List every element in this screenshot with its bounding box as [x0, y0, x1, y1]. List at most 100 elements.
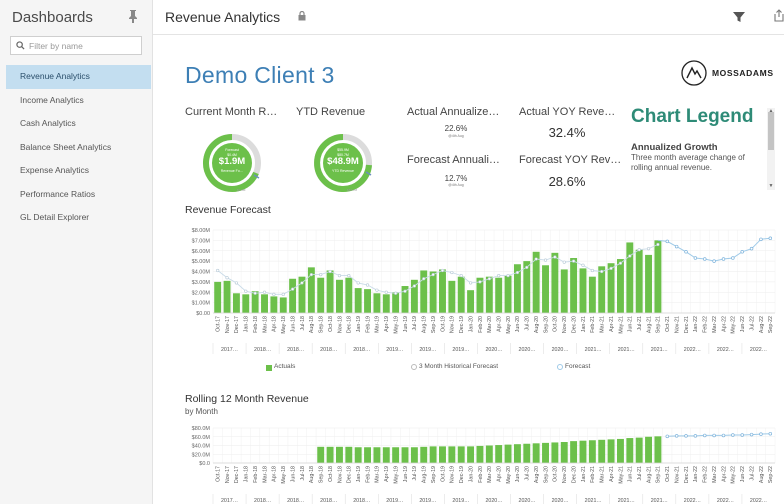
sidebar-item-revenue-analytics[interactable]: Revenue Analytics	[6, 65, 151, 89]
x-tick-label: Jun-22	[740, 316, 746, 332]
x-tick-label: Apr-21	[609, 466, 615, 482]
rolling-revenue-title: Rolling 12 Month Revenue	[185, 393, 309, 405]
y-tick-label: $1.00M	[192, 301, 211, 307]
client-title: Demo Client 3	[185, 62, 335, 88]
x-tick-label: Aug-19	[422, 316, 428, 333]
gauge-note: YTD Revenue	[332, 169, 354, 173]
x-tick-label: Aug-20	[534, 466, 540, 483]
bar	[476, 445, 484, 463]
bar	[382, 447, 390, 463]
bar	[448, 280, 456, 313]
x-tick-label: Nov-21	[674, 466, 680, 483]
x-tick-label: Mar-22	[712, 466, 718, 483]
filter-field[interactable]	[10, 36, 142, 55]
bar	[214, 281, 222, 313]
kpi-forecast-annualized-note: @4th Aug	[448, 183, 464, 187]
x-tick-label: Aug-21	[646, 316, 652, 333]
x-tick-label: Oct-18	[328, 466, 334, 482]
historical-forecast-point	[637, 248, 641, 252]
x-tick-label: Mar-20	[487, 466, 493, 483]
historical-forecast-point	[300, 281, 304, 285]
x-tick-label: Jan-21	[581, 316, 587, 332]
x-tick-label: Jan-18	[244, 466, 250, 482]
scroll-down-icon[interactable]: ▼	[768, 183, 774, 189]
rolling-revenue-chart[interactable]: $80.0M $60.0M $40.0M $20.0M $0.0 Oct-17 Nov-17…	[153, 420, 784, 504]
legend-swatch-forecast	[557, 364, 563, 370]
bar	[607, 263, 615, 313]
bar	[598, 439, 606, 463]
forecast-point	[712, 433, 716, 438]
sidebar-item-income-analytics[interactable]: Income Analytics	[0, 89, 152, 113]
x-tick-label: Aug-19	[422, 466, 428, 483]
sidebar-item-cash-analytics[interactable]: Cash Analytics	[0, 112, 152, 136]
rolling-revenue-subtitle: by Month	[185, 407, 218, 416]
sidebar-item-gl-detail-explorer[interactable]: GL Detail Explorer	[0, 206, 152, 230]
kpi-actual-yoy-value: 32.4%	[548, 125, 586, 140]
historical-forecast-point	[440, 268, 445, 273]
scroll-thumb[interactable]	[768, 112, 774, 150]
lock-icon[interactable]	[298, 8, 306, 26]
y-tick-label: $8.00M	[192, 228, 211, 234]
export-icon[interactable]	[774, 9, 784, 27]
historical-forecast-point	[337, 274, 342, 278]
year-group-label: 2022…	[750, 498, 767, 504]
forecast-point	[740, 250, 744, 254]
sidebar-item-expense-analytics[interactable]: Expense Analytics	[0, 159, 152, 183]
x-tick-label: Apr-18	[272, 466, 278, 482]
x-tick-label: Nov-17	[225, 466, 231, 483]
bar	[504, 444, 512, 463]
year-group-label: 2019…	[452, 498, 469, 504]
historical-forecast-point	[262, 290, 267, 294]
x-tick-label: Jul-19	[412, 316, 418, 330]
historical-forecast-point	[628, 254, 632, 258]
filter-input[interactable]	[29, 40, 139, 51]
sidebar-item-performance-ratios[interactable]: Performance Ratios	[0, 183, 152, 207]
revenue-forecast-chart[interactable]: $8.00M $7.00M $6.00M $5.00M $4.00M $3.00M $2.0…	[153, 220, 784, 382]
kpi-actual-annualized-value: 22.6%	[444, 124, 468, 133]
ytd-gauge[interactable]: $55.9M $80.7M $48.9M YTD Revenue	[312, 132, 374, 194]
y-tick-label: $7.00M	[192, 238, 211, 244]
chart-legend-panel[interactable]: Chart Legend Annualized Growth Three mon…	[631, 106, 768, 190]
bar	[570, 441, 578, 463]
bar	[410, 447, 418, 463]
legend-label-historical: 3 Month Historical Forecast	[419, 363, 499, 370]
forecast-point	[731, 256, 735, 260]
bar	[261, 294, 268, 313]
year-group-label: 2020…	[519, 498, 536, 504]
historical-forecast-point	[253, 291, 257, 295]
forecast-point	[749, 432, 754, 437]
bar	[448, 446, 456, 463]
bar	[429, 271, 437, 313]
bar	[542, 442, 549, 463]
historical-forecast-point	[384, 290, 388, 294]
bar	[232, 293, 240, 313]
bar	[626, 242, 634, 313]
bar	[523, 443, 531, 463]
year-group-label: 2019…	[386, 347, 403, 353]
x-tick-label: Jun-19	[403, 466, 409, 482]
legend-panel-description: Three month average change of rolling an…	[631, 153, 745, 172]
forecast-point	[721, 433, 726, 438]
kpi-actual-yoy-label: Actual YOY Reve…	[519, 106, 616, 118]
historical-forecast-point	[412, 284, 416, 288]
kpi-actual-annualized-note: @4th Aug	[448, 134, 464, 138]
year-group-label: 2018…	[287, 498, 304, 504]
forecast-point	[684, 250, 688, 254]
historical-forecast-point	[234, 281, 239, 285]
legend-scrollbar[interactable]: ▲ ▼	[767, 108, 775, 190]
x-tick-label: Jun-20	[515, 466, 521, 482]
funnel-icon[interactable]	[733, 10, 745, 28]
bar	[420, 270, 428, 313]
year-group-label: 2020…	[552, 347, 569, 353]
pin-icon[interactable]	[128, 10, 140, 24]
year-group-label: 2020…	[485, 498, 502, 504]
forecast-point	[702, 257, 707, 261]
year-group-label: 2020…	[552, 498, 569, 504]
current-month-gauge[interactable]: Forecast $0.4M $1.9M Revenue Fo…	[201, 132, 263, 194]
forecast-point	[721, 257, 726, 261]
gauge-foot: $80.7M	[347, 188, 358, 192]
sidebar-item-balance-sheet-analytics[interactable]: Balance Sheet Analytics	[0, 136, 152, 160]
legend-swatch-historical	[411, 364, 417, 370]
x-tick-label: Feb-20	[478, 466, 484, 483]
historical-forecast-point	[656, 242, 660, 247]
